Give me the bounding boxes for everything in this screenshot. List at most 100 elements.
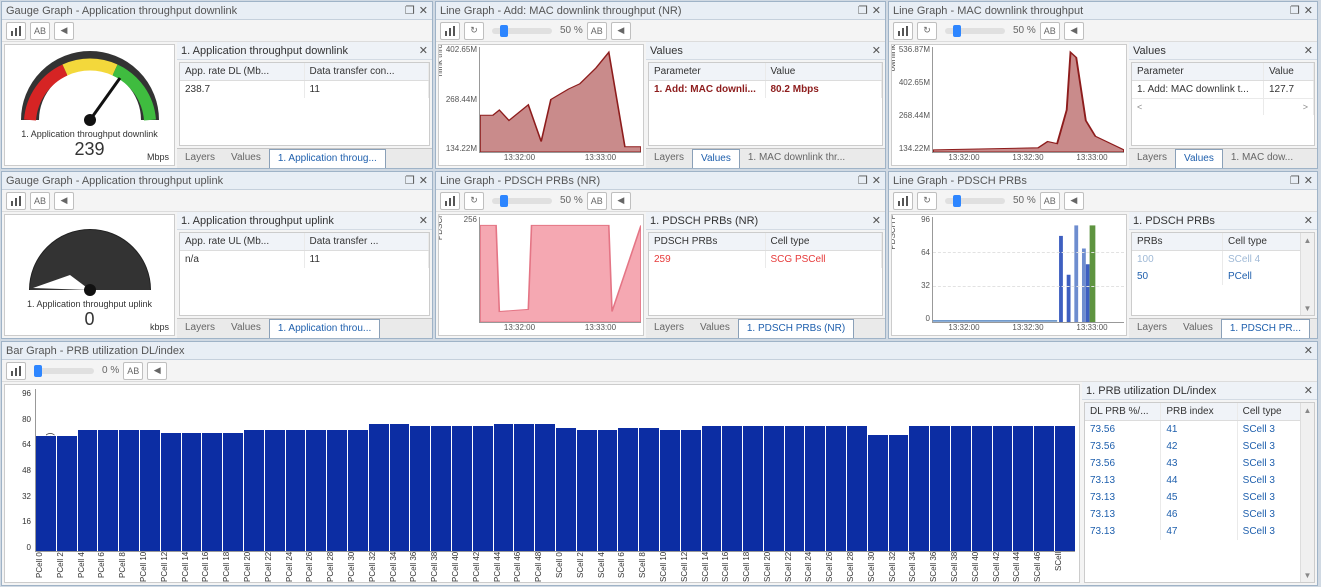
col-header[interactable]: Value — [1264, 63, 1314, 80]
bar[interactable] — [390, 424, 410, 551]
bar[interactable] — [98, 430, 118, 552]
bar[interactable] — [223, 433, 243, 551]
close-icon[interactable]: ✕ — [872, 174, 881, 187]
refresh-icon[interactable]: ↻ — [917, 192, 937, 210]
bar[interactable] — [494, 424, 514, 551]
close-icon[interactable]: ✕ — [419, 4, 428, 17]
bar[interactable] — [57, 436, 77, 551]
bar[interactable] — [618, 428, 638, 551]
bar[interactable] — [639, 428, 659, 551]
play-left-icon[interactable]: ◀ — [611, 192, 631, 210]
bar[interactable] — [244, 430, 264, 552]
bar[interactable] — [306, 430, 326, 552]
scroll-up-icon[interactable]: ▲ — [1301, 233, 1314, 247]
scroll-down-icon[interactable]: ▼ — [1301, 568, 1314, 582]
col-header[interactable]: Cell type — [766, 233, 883, 250]
col-header[interactable]: DL PRB %/... — [1085, 403, 1161, 420]
tab-layers[interactable]: Layers — [177, 149, 223, 168]
bar[interactable] — [847, 426, 867, 551]
tab-layers[interactable]: Layers — [646, 149, 692, 168]
col-header[interactable]: Data transfer ... — [305, 233, 430, 250]
play-left-icon[interactable]: ◀ — [1064, 192, 1084, 210]
bar[interactable] — [327, 430, 347, 552]
bar[interactable] — [681, 430, 701, 552]
bar[interactable] — [702, 426, 722, 551]
zoom-slider[interactable] — [492, 198, 552, 204]
bar[interactable] — [951, 426, 971, 551]
bar[interactable] — [577, 430, 597, 552]
tab-layers[interactable]: Layers — [646, 319, 692, 338]
maximize-icon[interactable]: ❐ — [1290, 174, 1300, 187]
chart-type-icon[interactable] — [6, 192, 26, 210]
zoom-slider[interactable] — [34, 368, 94, 374]
close-icon[interactable]: ✕ — [419, 214, 428, 227]
bar[interactable] — [1034, 426, 1054, 551]
bar[interactable] — [826, 426, 846, 551]
scrollbar[interactable]: ▲▼ — [1300, 403, 1314, 582]
bar[interactable] — [265, 430, 285, 552]
bar[interactable] — [140, 430, 160, 552]
bar[interactable] — [909, 426, 929, 551]
col-header[interactable]: App. rate UL (Mb... — [180, 233, 305, 250]
tab-values[interactable]: Values — [223, 319, 269, 338]
col-header[interactable]: PRB index — [1161, 403, 1237, 420]
ab-icon[interactable]: AB — [587, 192, 607, 210]
bar[interactable] — [286, 430, 306, 552]
line-chart[interactable]: nlink throughput 402.65M268.44M134.22M 1… — [438, 44, 644, 166]
bar[interactable] — [410, 426, 430, 551]
ab-icon[interactable]: AB — [1040, 192, 1060, 210]
col-header[interactable]: Value — [766, 63, 883, 80]
bar[interactable] — [889, 435, 909, 551]
bar[interactable] — [36, 436, 56, 551]
close-icon[interactable]: ✕ — [872, 4, 881, 17]
bar[interactable] — [1013, 426, 1033, 551]
bar[interactable] — [514, 424, 534, 551]
ab-icon[interactable]: AB — [30, 192, 50, 210]
bar[interactable] — [535, 424, 555, 551]
close-icon[interactable]: ✕ — [1304, 384, 1313, 397]
bar[interactable] — [556, 428, 576, 551]
scroll-up-icon[interactable]: ▲ — [1301, 403, 1314, 417]
tab-detail[interactable]: 1. Application throug... — [269, 149, 386, 168]
tab-values[interactable]: Values — [692, 319, 738, 338]
tab-values[interactable]: Values — [223, 149, 269, 168]
tab-layers[interactable]: Layers — [177, 319, 223, 338]
play-left-icon[interactable]: ◀ — [1064, 22, 1084, 40]
bar[interactable] — [78, 430, 98, 552]
tab-values[interactable]: Values — [1175, 149, 1223, 168]
chart-type-icon[interactable] — [6, 362, 26, 380]
bar[interactable] — [764, 426, 784, 551]
tab-layers[interactable]: Layers — [1129, 149, 1175, 168]
bar[interactable] — [598, 430, 618, 552]
tab-detail[interactable]: 1. PDSCH PRBs (NR) — [738, 319, 854, 338]
bar[interactable] — [743, 426, 763, 551]
tab-detail[interactable]: 1. MAC dow... — [1223, 149, 1301, 168]
tab-detail[interactable]: 1. PDSCH PR... — [1221, 319, 1310, 338]
ab-icon[interactable]: AB — [587, 22, 607, 40]
line-chart[interactable]: PDSCH PRBs (NR) 256 13:32:0013:33:00 — [438, 214, 644, 336]
zoom-slider[interactable] — [492, 28, 552, 34]
chart-type-icon[interactable] — [893, 192, 913, 210]
bar[interactable] — [348, 430, 368, 552]
close-icon[interactable]: ✕ — [1304, 4, 1313, 17]
bar[interactable] — [119, 430, 139, 552]
ab-icon[interactable]: AB — [30, 22, 50, 40]
close-icon[interactable]: ✕ — [1304, 344, 1313, 357]
col-header[interactable]: PDSCH PRBs — [649, 233, 766, 250]
play-left-icon[interactable]: ◀ — [54, 22, 74, 40]
bar[interactable] — [805, 426, 825, 551]
close-icon[interactable]: ✕ — [1304, 44, 1313, 57]
bar[interactable] — [182, 433, 202, 551]
bar[interactable] — [473, 426, 493, 551]
bar[interactable] — [868, 435, 888, 551]
bar[interactable] — [930, 426, 950, 551]
close-icon[interactable]: ✕ — [419, 174, 428, 187]
chart-type-icon[interactable] — [440, 192, 460, 210]
tab-detail[interactable]: 1. MAC downlink thr... — [740, 149, 853, 168]
ab-icon[interactable]: AB — [1040, 22, 1060, 40]
ab-icon[interactable]: AB — [123, 362, 143, 380]
maximize-icon[interactable]: ❐ — [405, 4, 415, 17]
bar[interactable] — [722, 426, 742, 551]
bar[interactable] — [369, 424, 389, 551]
line-chart[interactable]: PDSCH PRBs 9664320 — [891, 214, 1127, 336]
